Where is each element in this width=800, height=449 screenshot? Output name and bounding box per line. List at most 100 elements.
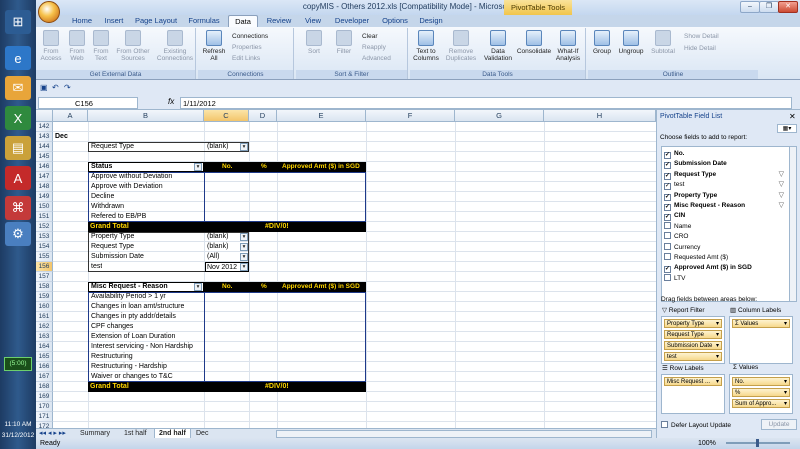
minimize-button[interactable]: – — [740, 1, 760, 13]
field-checkbox[interactable] — [664, 221, 671, 229]
field-checkbox[interactable]: ✓ — [664, 172, 671, 180]
misc-item[interactable]: Restructuring - Hardship — [90, 362, 167, 372]
row-header[interactable]: 165 — [36, 352, 53, 362]
row-header[interactable]: 154 — [36, 242, 53, 252]
test-dropdown-icon[interactable]: ▾ — [240, 263, 248, 271]
row-header[interactable]: 171 — [36, 412, 53, 422]
field-filter-icon[interactable]: ▽ — [779, 180, 784, 188]
tab-home[interactable]: Home — [68, 15, 96, 27]
close-button[interactable]: ✕ — [778, 1, 798, 13]
misc-item[interactable]: Interest servicing - Non Hardship — [90, 342, 193, 352]
consolidate-button[interactable]: Consolidate — [516, 30, 552, 55]
from-web-button[interactable]: From Web — [66, 30, 88, 62]
pane-close-icon[interactable]: ✕ — [789, 112, 796, 121]
report-filter-chip[interactable]: test — [664, 352, 722, 361]
folder-icon[interactable]: ▤ — [5, 136, 31, 160]
internet-explorer-icon[interactable]: e — [5, 46, 31, 70]
row-header[interactable]: 142 — [36, 122, 53, 132]
field-filter-icon[interactable]: ▽ — [779, 201, 784, 209]
field-item[interactable]: Requested Amt ($) — [664, 253, 728, 263]
column-header-d[interactable]: D — [249, 110, 277, 122]
status-item[interactable]: Approve without Deviation — [90, 172, 172, 182]
zoom-level[interactable]: 100% — [698, 438, 716, 449]
text-to-columns-button[interactable]: Text to Columns — [412, 30, 440, 62]
report-filter-area[interactable]: Property Type Request Type Submission Da… — [661, 316, 725, 364]
field-item[interactable]: ✓ Property Type — [664, 191, 717, 201]
row-header[interactable]: 148 — [36, 182, 53, 192]
values-chip[interactable]: No. — [732, 377, 790, 386]
row-header[interactable]: 159 — [36, 292, 53, 302]
filter-value-submission-date[interactable]: (All) — [206, 252, 219, 262]
properties-button[interactable]: Properties — [232, 44, 262, 51]
column-header-b[interactable]: B — [88, 110, 204, 122]
field-item[interactable]: ✓ CIN — [664, 211, 685, 222]
status-item[interactable]: Refered to EB/PB — [90, 212, 146, 222]
field-checkbox[interactable]: ✓ — [664, 152, 671, 159]
values-chip[interactable]: % — [732, 388, 790, 397]
field-item[interactable]: Currency — [664, 242, 700, 253]
connections-button[interactable]: Connections — [232, 33, 268, 40]
values-chip[interactable]: Sum of Appro... — [732, 399, 790, 408]
remove-duplicates-button[interactable]: Remove Duplicates — [444, 30, 478, 62]
report-filter-chip[interactable]: Submission Date — [664, 341, 722, 350]
column-header-g[interactable]: G — [455, 110, 544, 122]
field-item[interactable]: Name — [664, 221, 691, 232]
field-checkbox[interactable]: ✓ — [664, 162, 671, 170]
sheet-nav-arrows-icon[interactable]: ◂◂ ◂ ▸ ▸▸ — [39, 429, 66, 437]
subtotal-button[interactable]: Subtotal — [648, 30, 678, 55]
name-box[interactable]: C156 — [38, 97, 138, 109]
data-validation-button[interactable]: Data Validation — [482, 30, 514, 62]
filter-label-property-type[interactable]: Property Type — [90, 232, 134, 242]
row-header[interactable]: 145 — [36, 152, 53, 162]
tab-page-layout[interactable]: Page Layout — [132, 15, 180, 27]
hide-detail-button[interactable]: Hide Detail — [684, 45, 716, 52]
clear-button[interactable]: Clear — [362, 33, 378, 40]
field-checkbox[interactable]: ✓ — [664, 266, 671, 274]
office-button[interactable] — [38, 1, 60, 23]
tab-developer[interactable]: Developer — [330, 15, 374, 27]
report-filter-chip[interactable]: Request Type — [664, 330, 722, 339]
field-checkbox[interactable] — [664, 242, 671, 250]
field-filter-icon[interactable]: ▽ — [779, 191, 784, 199]
filter-button[interactable]: Filter — [332, 30, 356, 55]
row-header[interactable]: 149 — [36, 192, 53, 202]
filter-label-submission-date[interactable]: Submission Date — [90, 252, 144, 262]
field-filter-icon[interactable]: ▽ — [779, 170, 784, 178]
row-header[interactable]: 160 — [36, 302, 53, 312]
column-labels-chip[interactable]: Σ Values — [732, 319, 790, 328]
field-list-scrollbar[interactable] — [789, 147, 796, 301]
from-access-button[interactable]: From Access — [38, 30, 64, 62]
column-header-a[interactable]: A — [53, 110, 88, 122]
values-area[interactable]: No. % Sum of Appro... — [729, 374, 793, 414]
misc-item[interactable]: Waiver or changes to T&C — [90, 372, 173, 382]
sort-button[interactable]: Sort — [304, 30, 324, 55]
row-header[interactable]: 150 — [36, 202, 53, 212]
row-header[interactable]: 170 — [36, 402, 53, 412]
status-item[interactable]: Approve with Deviation — [90, 182, 163, 192]
field-item[interactable]: ✓ Submission Date — [664, 159, 727, 170]
field-checkbox[interactable]: ✓ — [664, 193, 671, 201]
request-type-filter-dropdown-icon[interactable]: ▾ — [240, 143, 248, 151]
tab-view[interactable]: View — [300, 15, 326, 27]
filter-value-request-type[interactable]: (blank) — [206, 242, 228, 252]
status-header-label[interactable]: Status — [90, 162, 112, 172]
tab-insert[interactable]: Insert — [100, 15, 128, 27]
filter-value-property-type[interactable]: (blank) — [206, 232, 228, 242]
row-header[interactable]: 167 — [36, 372, 53, 382]
row-header[interactable]: 153 — [36, 232, 53, 242]
what-if-analysis-button[interactable]: What-If Analysis — [552, 30, 584, 62]
excel-icon[interactable]: X — [5, 106, 31, 130]
refresh-all-button[interactable]: Refresh All — [202, 30, 226, 62]
field-item[interactable]: LTV — [664, 273, 685, 284]
select-all-corner[interactable] — [36, 110, 53, 122]
request-type-filter-value[interactable]: (blank) — [206, 142, 228, 152]
filter-label-test[interactable]: test — [90, 262, 102, 272]
acrobat-icon[interactable]: ⌘ — [5, 196, 31, 220]
tab-review[interactable]: Review — [262, 15, 296, 27]
column-labels-area[interactable]: Σ Values — [729, 316, 793, 364]
status-grand-total-row[interactable]: Grand Total #DIV/0! — [88, 222, 366, 232]
field-checkbox[interactable]: ✓ — [664, 204, 671, 211]
row-header[interactable]: 168 — [36, 382, 53, 392]
status-item[interactable]: Withdrawn — [90, 202, 124, 212]
row-header[interactable]: 144 — [36, 142, 53, 152]
